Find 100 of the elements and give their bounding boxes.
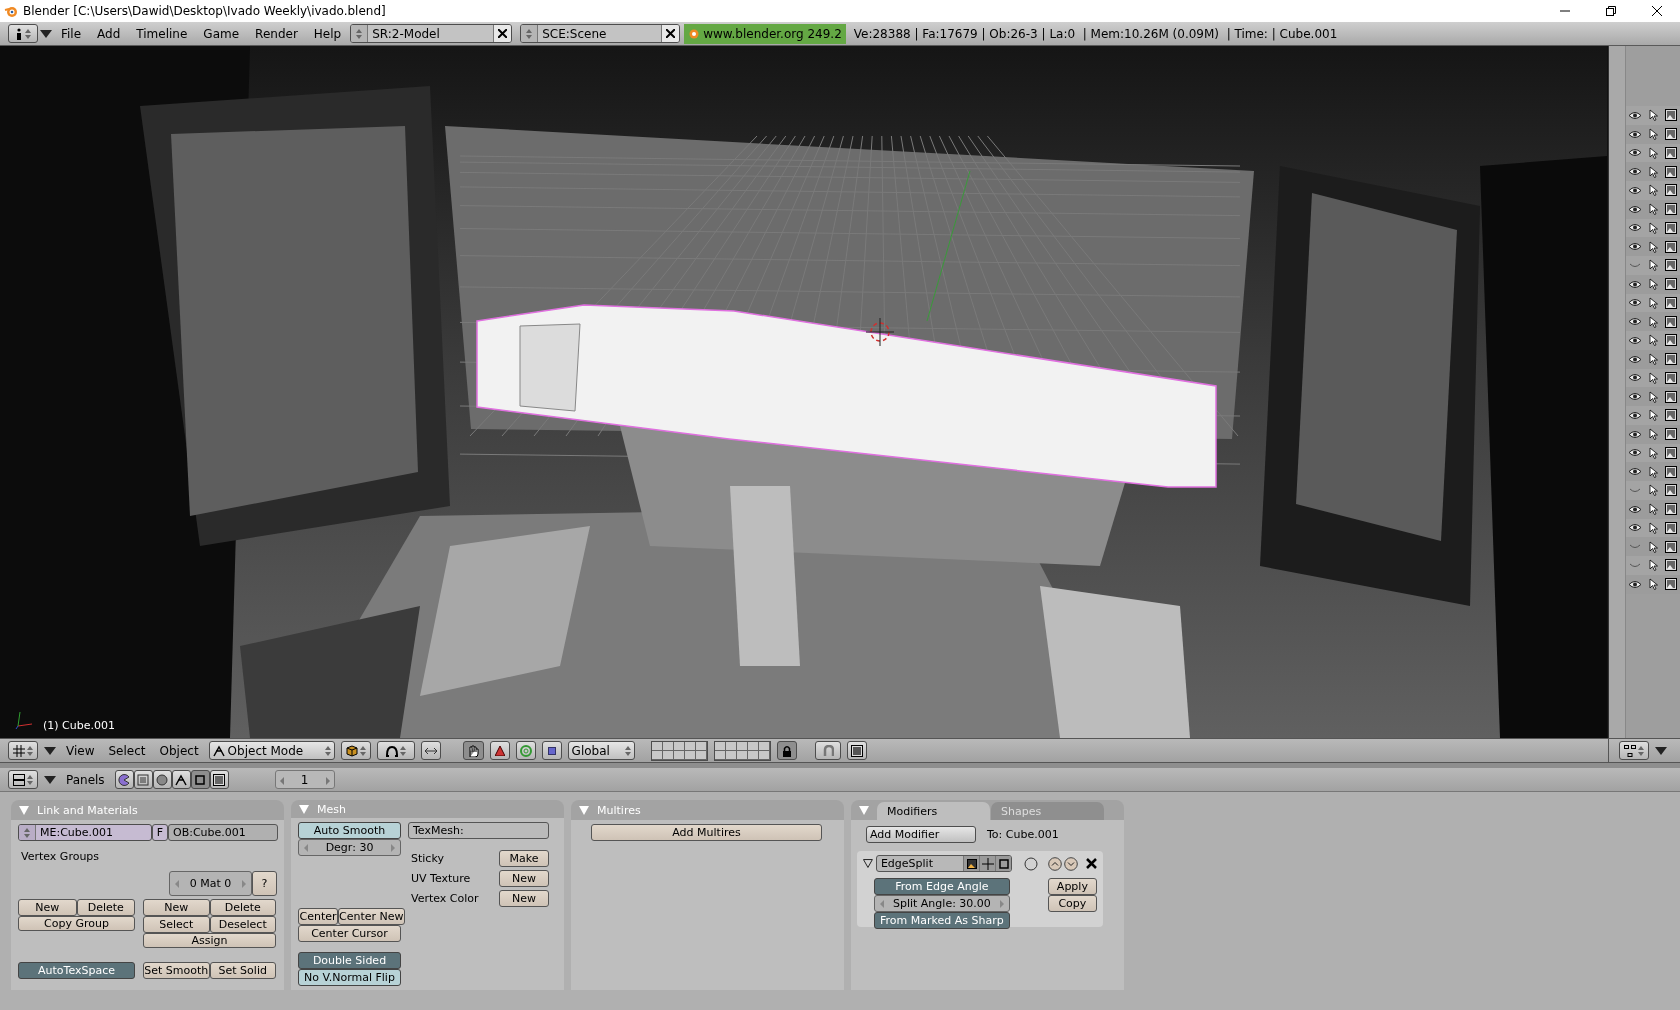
- layer-button[interactable]: [714, 741, 726, 751]
- layer-button[interactable]: [662, 741, 674, 751]
- eye-icon[interactable]: [1628, 392, 1642, 402]
- cursor-icon[interactable]: [1648, 165, 1658, 178]
- cursor-icon[interactable]: [1648, 128, 1658, 141]
- render-button[interactable]: [846, 741, 867, 760]
- cursor-icon[interactable]: [1648, 334, 1658, 347]
- image-icon[interactable]: [1665, 390, 1677, 403]
- material-index-field[interactable]: 0 Mat 0: [169, 871, 252, 896]
- modifier-name-field[interactable]: EdgeSplit: [875, 855, 1013, 872]
- orientation-dropdown[interactable]: Global: [567, 741, 635, 760]
- cursor-icon[interactable]: [1648, 240, 1658, 253]
- image-icon[interactable]: [1665, 409, 1677, 422]
- layer-button[interactable]: [725, 741, 737, 751]
- layer-button[interactable]: [747, 741, 759, 751]
- cursor-icon[interactable]: [1648, 259, 1658, 272]
- layer-button[interactable]: [673, 750, 685, 760]
- draw-type-button[interactable]: [340, 741, 371, 760]
- cursor-icon[interactable]: [1648, 446, 1658, 459]
- render-toggle-button[interactable]: [963, 856, 980, 871]
- lock-button[interactable]: [776, 741, 797, 760]
- set-smooth-button[interactable]: Set Smooth: [143, 962, 210, 979]
- add-multires-button[interactable]: Add Multires: [591, 824, 822, 841]
- pivot-button[interactable]: [376, 741, 415, 760]
- panel-tab[interactable]: Modifiers: [877, 802, 990, 820]
- eye-icon[interactable]: [1628, 317, 1642, 327]
- layer-button[interactable]: [651, 750, 663, 760]
- delete-scene-button[interactable]: [661, 25, 680, 42]
- frame-field[interactable]: 1: [274, 770, 335, 789]
- cursor-icon[interactable]: [1648, 184, 1658, 197]
- window-type-button[interactable]: [8, 24, 38, 43]
- texmesh-field[interactable]: TexMesh:: [408, 822, 549, 839]
- shading-context-button[interactable]: [152, 770, 172, 789]
- manipulator-toggle-button[interactable]: [462, 741, 484, 760]
- cursor-icon[interactable]: [1648, 390, 1658, 403]
- set-solid-button[interactable]: Set Solid: [209, 962, 276, 979]
- window-type-button[interactable]: [1619, 741, 1649, 760]
- degree-field[interactable]: Degr: 30: [298, 839, 401, 856]
- image-icon[interactable]: [1665, 559, 1677, 572]
- menu-item[interactable]: Object: [155, 743, 203, 758]
- cursor-icon[interactable]: [1648, 540, 1658, 553]
- eye-icon[interactable]: [1628, 448, 1642, 458]
- normal-flip-toggle[interactable]: No V.Normal Flip: [298, 969, 401, 986]
- auto-tex-space-toggle[interactable]: AutoTexSpace: [18, 962, 135, 979]
- eye-icon[interactable]: [1628, 504, 1642, 514]
- eye-icon[interactable]: [1628, 185, 1642, 195]
- image-icon[interactable]: [1665, 296, 1677, 309]
- menu-item[interactable]: Help: [306, 23, 349, 44]
- panels-menu[interactable]: Panels: [62, 772, 109, 787]
- image-icon[interactable]: [1665, 109, 1677, 122]
- image-icon[interactable]: [1665, 428, 1677, 441]
- layer-button[interactable]: [684, 750, 696, 760]
- center-cursor-button[interactable]: Center Cursor: [298, 925, 401, 942]
- caret-icon[interactable]: [1655, 746, 1667, 755]
- center-button[interactable]: Center: [298, 908, 338, 925]
- cage-toggle-button[interactable]: [1024, 856, 1039, 871]
- help-button[interactable]: ?: [252, 871, 277, 896]
- layer-button[interactable]: [695, 750, 707, 760]
- snap-toggle-button[interactable]: [420, 741, 441, 760]
- double-sided-toggle[interactable]: Double Sided: [298, 952, 401, 969]
- screen-selector[interactable]: SR:2-Model: [350, 24, 513, 43]
- mesh-datablock-field[interactable]: ME:Cube.001: [18, 824, 152, 841]
- eye-icon[interactable]: [1628, 148, 1642, 158]
- copy-group-button[interactable]: Copy Group: [18, 916, 135, 931]
- delete-screen-button[interactable]: [493, 25, 512, 42]
- split-angle-field[interactable]: Split Angle: 30.00: [874, 895, 1010, 912]
- cursor-icon[interactable]: [1648, 109, 1658, 122]
- menu-item[interactable]: File: [54, 23, 89, 44]
- image-icon[interactable]: [1665, 203, 1677, 216]
- image-icon[interactable]: [1665, 184, 1677, 197]
- cursor-icon[interactable]: [1648, 221, 1658, 234]
- menu-item[interactable]: Select: [104, 743, 150, 758]
- layer-button[interactable]: [662, 750, 674, 760]
- image-icon[interactable]: [1665, 578, 1677, 591]
- layer-button[interactable]: [651, 741, 663, 751]
- image-icon[interactable]: [1665, 128, 1677, 141]
- cursor-icon[interactable]: [1648, 371, 1658, 384]
- cursor-icon[interactable]: [1648, 203, 1658, 216]
- eye-icon[interactable]: [1628, 335, 1642, 345]
- cursor-icon[interactable]: [1648, 559, 1658, 572]
- image-icon[interactable]: [1665, 146, 1677, 159]
- eye-icon[interactable]: [1628, 242, 1642, 252]
- copy-button[interactable]: Copy: [1047, 895, 1097, 912]
- eye-icon[interactable]: [1628, 204, 1642, 214]
- cursor-icon[interactable]: [1648, 278, 1658, 291]
- object-context-button[interactable]: [171, 770, 191, 789]
- cursor-icon[interactable]: [1648, 146, 1658, 159]
- menu-item[interactable]: Timeline: [129, 23, 195, 44]
- menu-item[interactable]: Game: [196, 23, 247, 44]
- layer-button[interactable]: [736, 750, 748, 760]
- eye-icon[interactable]: [1628, 429, 1642, 439]
- image-icon[interactable]: [1665, 521, 1677, 534]
- menu-item[interactable]: Add: [90, 23, 128, 44]
- caret-icon[interactable]: [44, 746, 56, 755]
- image-icon[interactable]: [1665, 259, 1677, 272]
- eye-icon[interactable]: [1628, 298, 1642, 308]
- image-icon[interactable]: [1665, 315, 1677, 328]
- image-icon[interactable]: [1665, 240, 1677, 253]
- center-new-button[interactable]: Center New: [338, 908, 405, 925]
- layer-button[interactable]: [725, 750, 737, 760]
